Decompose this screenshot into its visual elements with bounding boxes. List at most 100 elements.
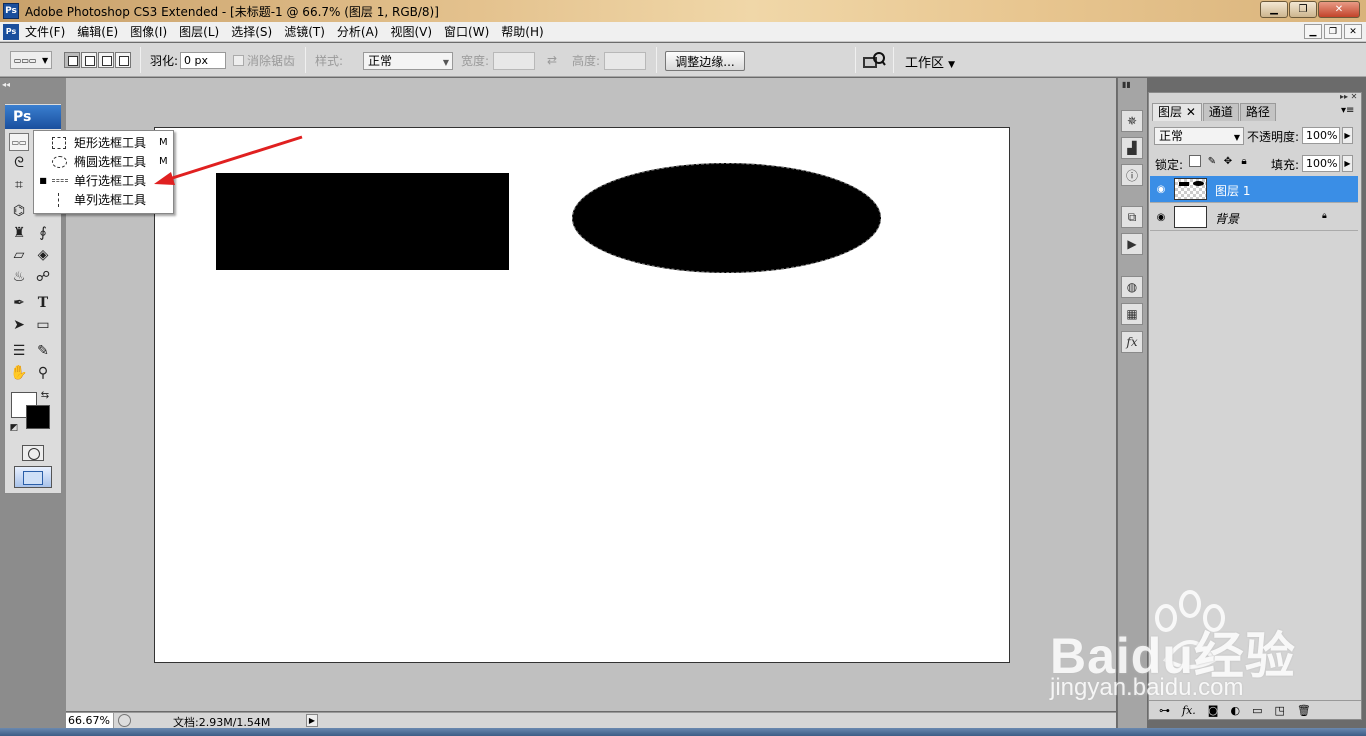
document-menu-icon[interactable]: Ps <box>3 23 19 40</box>
paint-bucket-tool[interactable]: ◈ <box>33 246 53 264</box>
subtract-selection-button[interactable] <box>98 52 114 68</box>
navigator-icon[interactable]: ✵ <box>1121 110 1143 132</box>
opacity-input[interactable]: 100% <box>1302 127 1340 144</box>
workspace-menu[interactable]: 工作区 ▼ <box>905 52 955 71</box>
single-row-marquee-icon <box>52 179 68 182</box>
swatches-icon[interactable]: ▦ <box>1121 303 1143 325</box>
crop-tool[interactable]: ⌗ <box>9 176 29 194</box>
eye-icon[interactable]: ◉ <box>1154 210 1168 224</box>
menu-view[interactable]: 视图(V) <box>384 23 438 40</box>
dodge-tool[interactable]: ☍ <box>33 268 53 286</box>
intersect-selection-button[interactable] <box>115 52 131 68</box>
screen-mode-button[interactable] <box>14 466 52 488</box>
menu-image[interactable]: 图像(I) <box>124 23 173 40</box>
fill-slider-arrow[interactable]: ▶ <box>1342 155 1353 172</box>
close-button[interactable]: ✕ <box>1318 1 1360 18</box>
zoom-input[interactable]: 66.67% <box>66 713 114 728</box>
status-info-icon[interactable] <box>118 714 131 727</box>
quick-mask-button[interactable] <box>22 445 44 461</box>
notes-icon: ☰ <box>12 343 26 359</box>
style-select[interactable]: 正常 ▼ <box>363 52 453 70</box>
fill-input[interactable]: 100% <box>1302 155 1340 172</box>
notes-tool[interactable]: ☰ <box>9 342 29 360</box>
flyout-item-ellipse-marquee[interactable]: 椭圆选框工具 M <box>34 152 173 171</box>
layer-row-layer1[interactable]: ◉ 图层 1 <box>1150 176 1358 203</box>
new-selection-button[interactable] <box>64 52 80 68</box>
width-input[interactable] <box>493 52 535 70</box>
feather-input[interactable]: 0 px <box>180 52 226 69</box>
swap-dimensions-icon[interactable]: ⇄ <box>547 43 557 77</box>
menu-help[interactable]: 帮助(H) <box>495 23 549 40</box>
opacity-slider-arrow[interactable]: ▶ <box>1342 127 1353 144</box>
eye-icon[interactable]: ◉ <box>1154 182 1168 196</box>
add-to-selection-button[interactable] <box>81 52 97 68</box>
eraser-tool[interactable]: ▱ <box>9 246 29 264</box>
tab-close-icon[interactable]: ✕ <box>1186 105 1196 119</box>
tab-channels[interactable]: 通道 <box>1202 103 1239 121</box>
flyout-item-single-row-marquee[interactable]: ■ 单行选框工具 <box>34 171 173 190</box>
hand-tool[interactable]: ✋ <box>9 364 29 382</box>
panel-collapse-icon[interactable]: ▸▸ ✕ <box>1340 92 1357 101</box>
lock-icon: 🔒︎ <box>1322 211 1327 221</box>
menu-layer[interactable]: 图层(L) <box>173 23 225 40</box>
doc-close-button[interactable]: ✕ <box>1344 24 1362 39</box>
eyedropper-tool[interactable]: ✎ <box>33 342 53 360</box>
blur-tool[interactable]: ♨ <box>9 268 29 286</box>
flyout-item-single-column-marquee[interactable]: 单列选框工具 <box>34 190 173 209</box>
refine-edge-button[interactable]: 调整边缘... <box>665 51 745 71</box>
layer-name: 背景 <box>1215 212 1240 226</box>
menu-file[interactable]: 文件(F) <box>19 23 71 40</box>
lock-paint-icon[interactable]: ✎ <box>1206 155 1218 167</box>
swap-colors-icon[interactable]: ⇆ <box>38 388 52 402</box>
lock-transparency-icon[interactable] <box>1189 155 1201 167</box>
history-icon[interactable]: ⧉ <box>1121 206 1143 228</box>
menu-window[interactable]: 窗口(W) <box>438 23 495 40</box>
doc-minimize-button[interactable]: ▁ <box>1304 24 1322 39</box>
styles-icon[interactable]: fx <box>1121 331 1143 353</box>
menu-filter[interactable]: 滤镜(T) <box>278 23 331 40</box>
tool-preset-picker[interactable]: ▭▭▭ ▼ <box>10 51 52 69</box>
divider <box>305 47 306 73</box>
marquee-tool[interactable]: ▭▭ <box>9 133 29 151</box>
lock-position-icon[interactable]: ✥ <box>1222 155 1234 167</box>
height-label: 高度: <box>572 53 601 68</box>
minimize-button[interactable]: ▁ <box>1260 1 1288 18</box>
restore-button[interactable]: ❐ <box>1289 1 1317 18</box>
rectangle-tool[interactable]: ▭ <box>33 316 53 334</box>
height-input[interactable] <box>604 52 646 70</box>
info-icon[interactable]: ⓘ <box>1121 164 1143 186</box>
color-icon[interactable]: ◍ <box>1121 276 1143 298</box>
foreground-color-swatch[interactable] <box>26 405 50 429</box>
panel-menu-icon[interactable]: ▾≡ <box>1341 105 1354 116</box>
antialias-checkbox[interactable] <box>233 54 244 66</box>
doc-restore-button[interactable]: ❐ <box>1324 24 1342 39</box>
spot-healing-tool[interactable]: ⌬ <box>9 202 29 220</box>
toolbox-collapse-icon[interactable]: ◂◂ <box>2 80 62 92</box>
close-icon: ✕ <box>1334 4 1344 15</box>
tab-layers[interactable]: 图层 ✕ <box>1152 103 1202 121</box>
clone-stamp-tool[interactable]: ♜ <box>9 224 29 242</box>
pen-tool[interactable]: ✒ <box>9 294 29 312</box>
path-selection-tool[interactable]: ➤ <box>9 316 29 334</box>
zoom-tool[interactable]: ⚲ <box>33 364 53 382</box>
blend-mode-select[interactable]: 正常 ▼ <box>1154 127 1244 145</box>
lock-all-icon[interactable]: 🔒︎ <box>1238 155 1250 167</box>
menu-analysis[interactable]: 分析(A) <box>331 23 385 40</box>
menu-select[interactable]: 选择(S) <box>225 23 278 40</box>
dock-collapse-icon[interactable]: ▮▮ <box>1122 80 1131 89</box>
tab-paths[interactable]: 路径 <box>1239 103 1276 121</box>
divider <box>656 47 657 73</box>
actions-icon[interactable]: ▶ <box>1121 233 1143 255</box>
bridge-icon[interactable] <box>862 51 886 71</box>
history-brush-tool[interactable]: ∮ <box>33 224 53 242</box>
flyout-item-rect-marquee[interactable]: 矩形选框工具 M <box>34 133 173 152</box>
rect-marquee-icon <box>52 136 66 149</box>
layer-row-background[interactable]: ◉ 背景 🔒︎ <box>1150 204 1358 231</box>
photoshop-app-icon: Ps <box>3 3 19 19</box>
default-colors-icon[interactable]: ◩ <box>8 422 20 434</box>
type-tool[interactable]: T <box>33 294 53 312</box>
histogram-icon[interactable]: ▟ <box>1121 137 1143 159</box>
menu-edit[interactable]: 编辑(E) <box>71 23 124 40</box>
status-menu-arrow[interactable]: ▶ <box>306 714 318 727</box>
lasso-tool[interactable]: ᘓ <box>9 154 29 172</box>
